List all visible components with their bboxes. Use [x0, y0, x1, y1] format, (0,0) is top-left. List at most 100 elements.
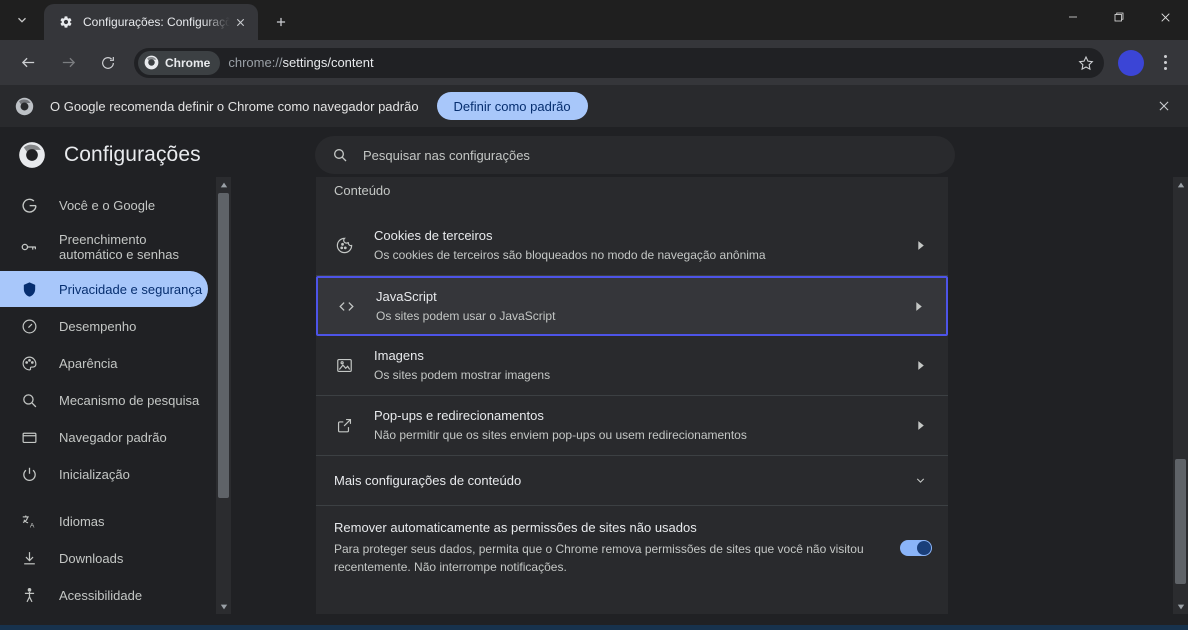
sidebar-item-languages[interactable]: A Idiomas [0, 503, 208, 539]
window-icon [19, 427, 39, 447]
chrome-logo-icon [17, 140, 47, 170]
minimize-icon[interactable] [1050, 0, 1096, 34]
row-subtitle: Os cookies de terceiros são bloqueados n… [374, 247, 906, 263]
chevron-right-icon[interactable] [906, 240, 934, 251]
google-g-icon [19, 195, 39, 215]
sidebar-divider [0, 493, 216, 503]
sidebar-item-label: Você e o Google [59, 198, 155, 213]
chevron-right-icon[interactable] [906, 420, 934, 431]
scroll-down-arrow-icon[interactable] [1173, 599, 1188, 614]
sidebar-scrollbar-thumb[interactable] [218, 193, 229, 498]
three-dot-menu-icon[interactable] [1150, 47, 1180, 79]
chevron-right-icon[interactable] [904, 301, 932, 312]
auto-revoke-title: Remover automaticamente as permissões de… [334, 520, 884, 535]
sidebar-item-label: Privacidade e segurança [59, 282, 202, 297]
sidebar-item-label: Navegador padrão [59, 430, 167, 445]
toggle-text: Remover automaticamente as permissões de… [334, 520, 900, 576]
sidebar-scrollbar[interactable] [216, 177, 231, 614]
chevron-right-icon[interactable] [906, 360, 934, 371]
row-popups-redirects[interactable]: Pop-ups e redirecionamentos Não permitir… [316, 396, 948, 456]
scroll-up-arrow-icon[interactable] [1173, 177, 1188, 192]
gear-icon [58, 14, 74, 30]
scroll-down-arrow-icon[interactable] [216, 599, 231, 614]
sidebar-item-accessibility[interactable]: Acessibilidade [0, 577, 208, 613]
main-scrollbar[interactable] [1173, 177, 1188, 614]
forward-arrow-icon[interactable] [52, 47, 84, 79]
power-icon [19, 464, 39, 484]
key-icon [19, 237, 39, 257]
settings-sidebar: Você e o Google Preenchimento automático… [0, 177, 216, 614]
row-subtitle: Não permitir que os sites enviem pop-ups… [374, 427, 906, 443]
chrome-logo-icon [14, 96, 34, 116]
cookie-icon [334, 236, 354, 256]
main-scrollbar-thumb[interactable] [1175, 459, 1186, 584]
taskbar-edge [0, 625, 1188, 630]
sidebar-item-default-browser[interactable]: Navegador padrão [0, 419, 208, 455]
tab-search-chevron-icon[interactable] [0, 2, 44, 38]
star-icon[interactable] [1074, 51, 1098, 75]
row-javascript[interactable]: JavaScript Os sites podem usar o JavaScr… [316, 276, 948, 336]
speedometer-icon [19, 316, 39, 336]
shield-icon [19, 279, 39, 299]
settings-search-placeholder: Pesquisar nas configurações [363, 148, 530, 163]
browser-toolbar: Chrome chrome://settings/content [0, 40, 1188, 85]
row-third-party-cookies[interactable]: Cookies de terceiros Os cookies de terce… [316, 216, 948, 276]
banner-close-icon[interactable] [1154, 96, 1174, 116]
omnibox-chrome-chip[interactable]: Chrome [138, 51, 220, 75]
row-title: Pop-ups e redirecionamentos [374, 408, 906, 423]
row-auto-revoke-permissions[interactable]: Remover automaticamente as permissões de… [316, 506, 948, 590]
sidebar-item-label: Preenchimento automático e senhas [59, 232, 189, 262]
sidebar-item-autofill-passwords[interactable]: Preenchimento automático e senhas [0, 224, 208, 270]
chrome-logo-icon [143, 55, 159, 71]
sidebar-item-on-startup[interactable]: Inicialização [0, 456, 208, 492]
reload-icon[interactable] [92, 47, 124, 79]
tab-title: Configurações: Configurações d [83, 15, 230, 29]
sidebar-item-downloads[interactable]: Downloads [0, 540, 208, 576]
sidebar-item-appearance[interactable]: Aparência [0, 345, 208, 381]
sidebar-item-label: Inicialização [59, 467, 130, 482]
settings-header: Configurações Pesquisar nas configuraçõe… [0, 127, 1188, 183]
palette-icon [19, 353, 39, 373]
maximize-icon[interactable] [1096, 0, 1142, 34]
sidebar-item-label: Aparência [59, 356, 118, 371]
scroll-up-arrow-icon[interactable] [216, 177, 231, 192]
sidebar-item-you-and-google[interactable]: Você e o Google [0, 187, 208, 223]
browser-tab[interactable]: Configurações: Configurações d [44, 4, 258, 40]
toggle-knob [917, 541, 931, 555]
set-as-default-button[interactable]: Definir como padrão [437, 92, 588, 120]
row-more-content-settings[interactable]: Mais configurações de conteúdo [316, 456, 948, 506]
auto-revoke-toggle[interactable] [900, 540, 932, 556]
omnibox-chip-label: Chrome [165, 56, 210, 70]
row-text: Imagens Os sites podem mostrar imagens [374, 348, 906, 383]
row-text: Cookies de terceiros Os cookies de terce… [374, 228, 906, 263]
svg-text:A: A [29, 522, 34, 529]
sidebar-item-label: Downloads [59, 551, 123, 566]
translate-icon: A [19, 511, 39, 531]
external-link-icon [334, 416, 354, 436]
new-tab-button[interactable] [264, 5, 298, 39]
sidebar-item-search-engine[interactable]: Mecanismo de pesquisa [0, 382, 208, 418]
sidebar-item-privacy-security[interactable]: Privacidade e segurança [0, 271, 208, 307]
sidebar-item-label: Idiomas [59, 514, 105, 529]
auto-revoke-subtitle: Para proteger seus dados, permita que o … [334, 540, 864, 576]
sidebar-item-performance[interactable]: Desempenho [0, 308, 208, 344]
sidebar-item-label: Mecanismo de pesquisa [59, 393, 199, 408]
page-title: Configurações [64, 143, 201, 167]
download-icon [19, 548, 39, 568]
settings-search-box[interactable]: Pesquisar nas configurações [315, 136, 955, 174]
row-subtitle: Os sites podem usar o JavaScript [376, 308, 904, 324]
tab-close-icon[interactable] [230, 12, 250, 32]
chevron-down-icon[interactable] [906, 474, 934, 487]
row-text: JavaScript Os sites podem usar o JavaScr… [376, 289, 904, 324]
omnibox-url: chrome://settings/content [228, 55, 373, 70]
row-title: Cookies de terceiros [374, 228, 906, 243]
close-icon[interactable] [1142, 0, 1188, 34]
profile-avatar[interactable] [1118, 50, 1144, 76]
address-bar[interactable]: Chrome chrome://settings/content [134, 48, 1104, 78]
row-subtitle: Os sites podem mostrar imagens [374, 367, 906, 383]
banner-message: O Google recomenda definir o Chrome como… [50, 99, 419, 114]
row-images[interactable]: Imagens Os sites podem mostrar imagens [316, 336, 948, 396]
content-settings-panel: Conteúdo Cookies de terceiros Os cookies… [316, 177, 948, 614]
row-title: Imagens [374, 348, 906, 363]
back-arrow-icon[interactable] [12, 47, 44, 79]
